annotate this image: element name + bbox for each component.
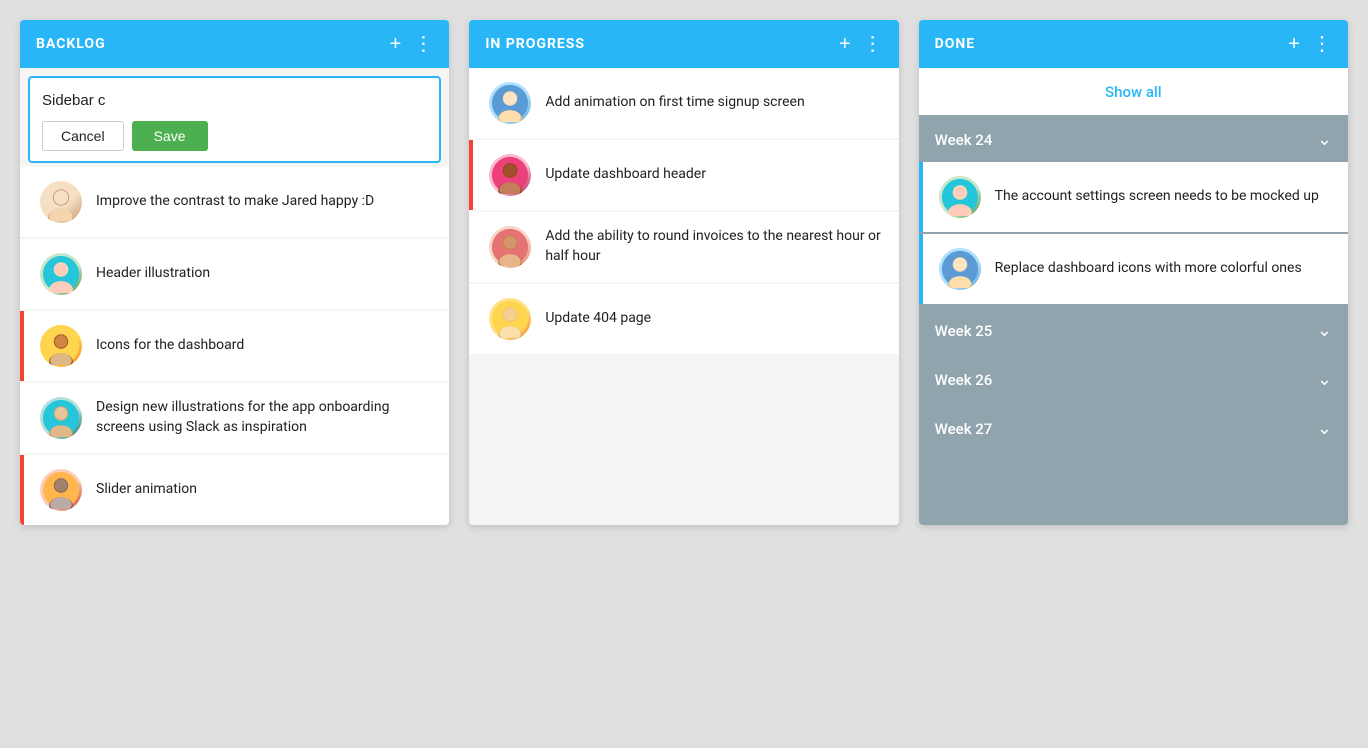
backlog-card-2[interactable]: Header illustration: [20, 239, 449, 309]
backlog-card-4-text: Design new illustrations for the app onb…: [96, 398, 433, 437]
in-progress-header-actions: + ⋮: [839, 34, 883, 54]
chevron-down-icon: ⌄: [1317, 369, 1332, 390]
done-header-actions: + ⋮: [1288, 34, 1332, 54]
week-26-label: Week 26: [935, 371, 993, 389]
in-progress-card-3-text: Add the ability to round invoices to the…: [545, 227, 882, 266]
chevron-down-icon: ⌄: [1317, 320, 1332, 341]
done-card-2[interactable]: Replace dashboard icons with more colorf…: [919, 234, 1348, 304]
kanban-board: BACKLOG + ⋮ Cancel Save: [20, 20, 1348, 525]
week-26-section: Week 26 ⌄: [919, 357, 1348, 402]
week-27-section: Week 27 ⌄: [919, 406, 1348, 451]
in-progress-card-1[interactable]: Add animation on first time signup scree…: [469, 68, 898, 138]
backlog-menu-button[interactable]: ⋮: [413, 34, 433, 54]
in-progress-menu-button[interactable]: ⋮: [863, 34, 883, 54]
backlog-card-2-text: Header illustration: [96, 264, 210, 284]
avatar: [489, 298, 531, 340]
done-menu-button[interactable]: ⋮: [1312, 34, 1332, 54]
backlog-card-1[interactable]: Improve the contrast to make Jared happy…: [20, 167, 449, 237]
done-header: DONE + ⋮: [919, 20, 1348, 68]
week-27-label: Week 27: [935, 420, 993, 438]
in-progress-add-button[interactable]: +: [839, 34, 851, 54]
done-column: DONE + ⋮ Show all Week 24 ⌄: [919, 20, 1348, 525]
backlog-card-5[interactable]: Slider animation: [20, 455, 449, 525]
done-card-2-text: Replace dashboard icons with more colorf…: [995, 259, 1302, 279]
avatar: [40, 397, 82, 439]
week-24-header[interactable]: Week 24 ⌄: [919, 117, 1348, 162]
backlog-header: BACKLOG + ⋮: [20, 20, 449, 68]
backlog-card-1-text: Improve the contrast to make Jared happy…: [96, 192, 374, 212]
save-button[interactable]: Save: [132, 121, 208, 151]
week-26-header[interactable]: Week 26 ⌄: [919, 357, 1348, 402]
done-add-button[interactable]: +: [1288, 34, 1300, 54]
week-25-section: Week 25 ⌄: [919, 308, 1348, 353]
avatar: [40, 469, 82, 511]
backlog-card-3[interactable]: Icons for the dashboard: [20, 311, 449, 381]
avatar: [489, 82, 531, 124]
chevron-down-icon: ⌄: [1317, 418, 1332, 439]
week-24-label: Week 24: [935, 131, 993, 149]
cancel-button[interactable]: Cancel: [42, 121, 124, 151]
backlog-add-button[interactable]: +: [390, 34, 402, 54]
in-progress-card-1-text: Add animation on first time signup scree…: [545, 93, 804, 113]
backlog-header-actions: + ⋮: [390, 34, 434, 54]
in-progress-header: IN PROGRESS + ⋮: [469, 20, 898, 68]
week-24-cards: The account settings screen needs to be …: [919, 162, 1348, 304]
avatar: [489, 226, 531, 268]
in-progress-card-2[interactable]: Update dashboard header: [469, 140, 898, 210]
backlog-title: BACKLOG: [36, 36, 106, 52]
new-card-input[interactable]: [42, 88, 427, 113]
in-progress-column: IN PROGRESS + ⋮ Add animation on: [469, 20, 898, 525]
in-progress-title: IN PROGRESS: [485, 36, 585, 52]
backlog-column: BACKLOG + ⋮ Cancel Save: [20, 20, 449, 525]
avatar: [489, 154, 531, 196]
chevron-down-icon: ⌄: [1317, 129, 1332, 150]
show-all-text: Show all: [1105, 83, 1162, 101]
in-progress-card-4[interactable]: Update 404 page: [469, 284, 898, 354]
in-progress-card-4-text: Update 404 page: [545, 309, 651, 329]
backlog-card-5-text: Slider animation: [96, 480, 197, 500]
week-25-header[interactable]: Week 25 ⌄: [919, 308, 1348, 353]
avatar: [939, 248, 981, 290]
new-card-input-area: Cancel Save: [28, 76, 441, 163]
backlog-card-3-text: Icons for the dashboard: [96, 336, 244, 356]
week-27-header[interactable]: Week 27 ⌄: [919, 406, 1348, 451]
avatar: [40, 181, 82, 223]
backlog-body: Cancel Save Improve the contrast to make…: [20, 68, 449, 525]
input-action-buttons: Cancel Save: [42, 121, 427, 151]
in-progress-card-3[interactable]: Add the ability to round invoices to the…: [469, 212, 898, 282]
in-progress-card-2-text: Update dashboard header: [545, 165, 706, 185]
week-24-section: Week 24 ⌄: [919, 117, 1348, 304]
avatar: [40, 253, 82, 295]
done-title: DONE: [935, 36, 976, 52]
backlog-card-4[interactable]: Design new illustrations for the app onb…: [20, 383, 449, 453]
done-card-1-text: The account settings screen needs to be …: [995, 187, 1319, 207]
avatar: [40, 325, 82, 367]
avatar: [939, 176, 981, 218]
week-25-label: Week 25: [935, 322, 993, 340]
done-body: Show all Week 24 ⌄: [919, 68, 1348, 525]
done-card-1[interactable]: The account settings screen needs to be …: [919, 162, 1348, 232]
show-all-bar[interactable]: Show all: [919, 68, 1348, 115]
in-progress-body: Add animation on first time signup scree…: [469, 68, 898, 525]
